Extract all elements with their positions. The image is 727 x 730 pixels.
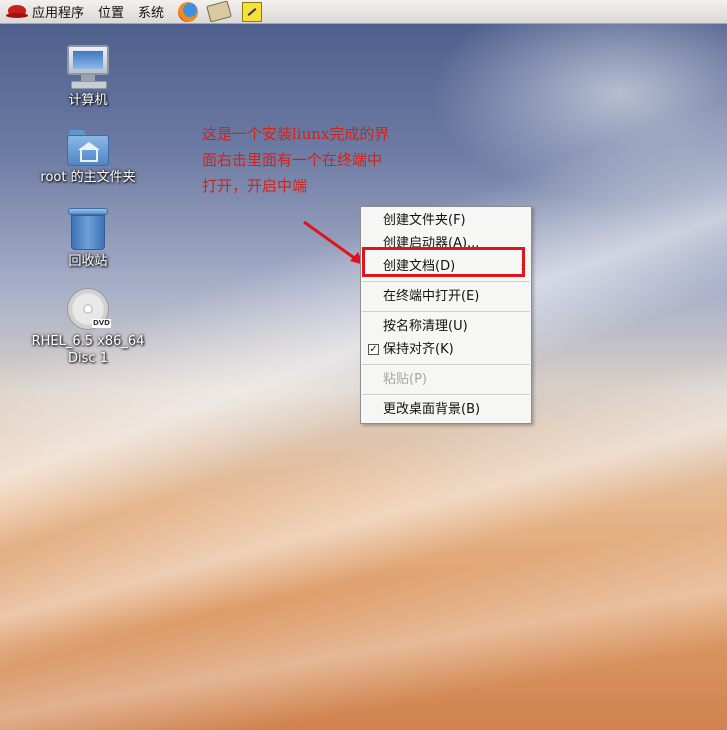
checkbox-checked-icon[interactable]: ✓ [368,344,379,355]
menu-item-clean-up-by-name[interactable]: 按名称清理(U) [361,315,531,338]
menu-separator [362,281,530,282]
menu-separator [362,311,530,312]
menu-item-create-launcher[interactable]: 创建启动器(A)... [361,232,531,255]
menu-item-create-document[interactable]: 创建文档(D) › [361,255,531,278]
menu-item-paste: 粘贴(P) [383,372,427,387]
menu-item-open-terminal[interactable]: 在终端中打开(E) [361,285,531,308]
chevron-right-icon: › [520,260,525,273]
menu-item-create-folder[interactable]: 创建文件夹(F) [361,209,531,232]
menu-separator [362,364,530,365]
menu-separator [362,394,530,395]
menu-item-keep-aligned[interactable]: ✓ 保持对齐(K) [361,338,531,361]
menu-item-change-background[interactable]: 更改桌面背景(B) [361,398,531,421]
desktop-context-menu: 创建文件夹(F) 创建启动器(A)... 创建文档(D) › 在终端中打开(E)… [360,206,532,424]
